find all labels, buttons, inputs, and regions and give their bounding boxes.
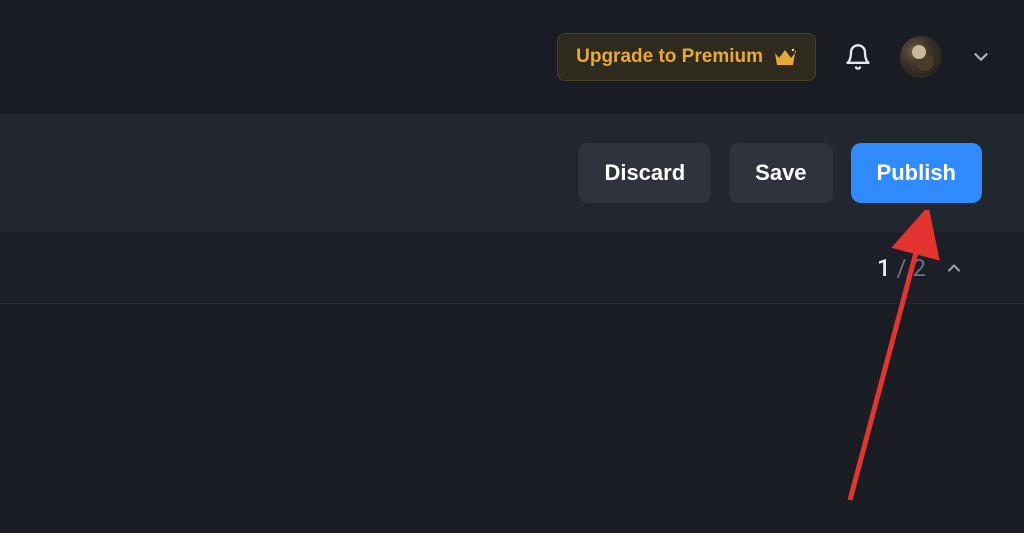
page-current: 1	[877, 254, 891, 282]
upgrade-premium-button[interactable]: Upgrade to Premium	[557, 33, 816, 81]
action-bar: Discard Save Publish	[0, 114, 1024, 232]
top-header: Upgrade to Premium	[0, 0, 1024, 114]
save-button[interactable]: Save	[729, 143, 832, 203]
publish-button[interactable]: Publish	[851, 143, 982, 203]
content-body	[0, 304, 1024, 533]
discard-button[interactable]: Discard	[578, 143, 711, 203]
crown-icon	[773, 47, 797, 67]
user-menu-chevron-down-icon[interactable]	[970, 46, 992, 68]
page-separator: /	[897, 254, 907, 282]
content-pagination-bar: 1 / 2	[0, 232, 1024, 304]
collapse-chevron-up-icon[interactable]	[944, 258, 964, 278]
page-indicator: 1 / 2	[877, 254, 926, 282]
upgrade-label: Upgrade to Premium	[576, 46, 763, 68]
page-total: 2	[913, 254, 927, 282]
notifications-bell-icon[interactable]	[844, 43, 872, 71]
user-avatar[interactable]	[900, 36, 942, 78]
